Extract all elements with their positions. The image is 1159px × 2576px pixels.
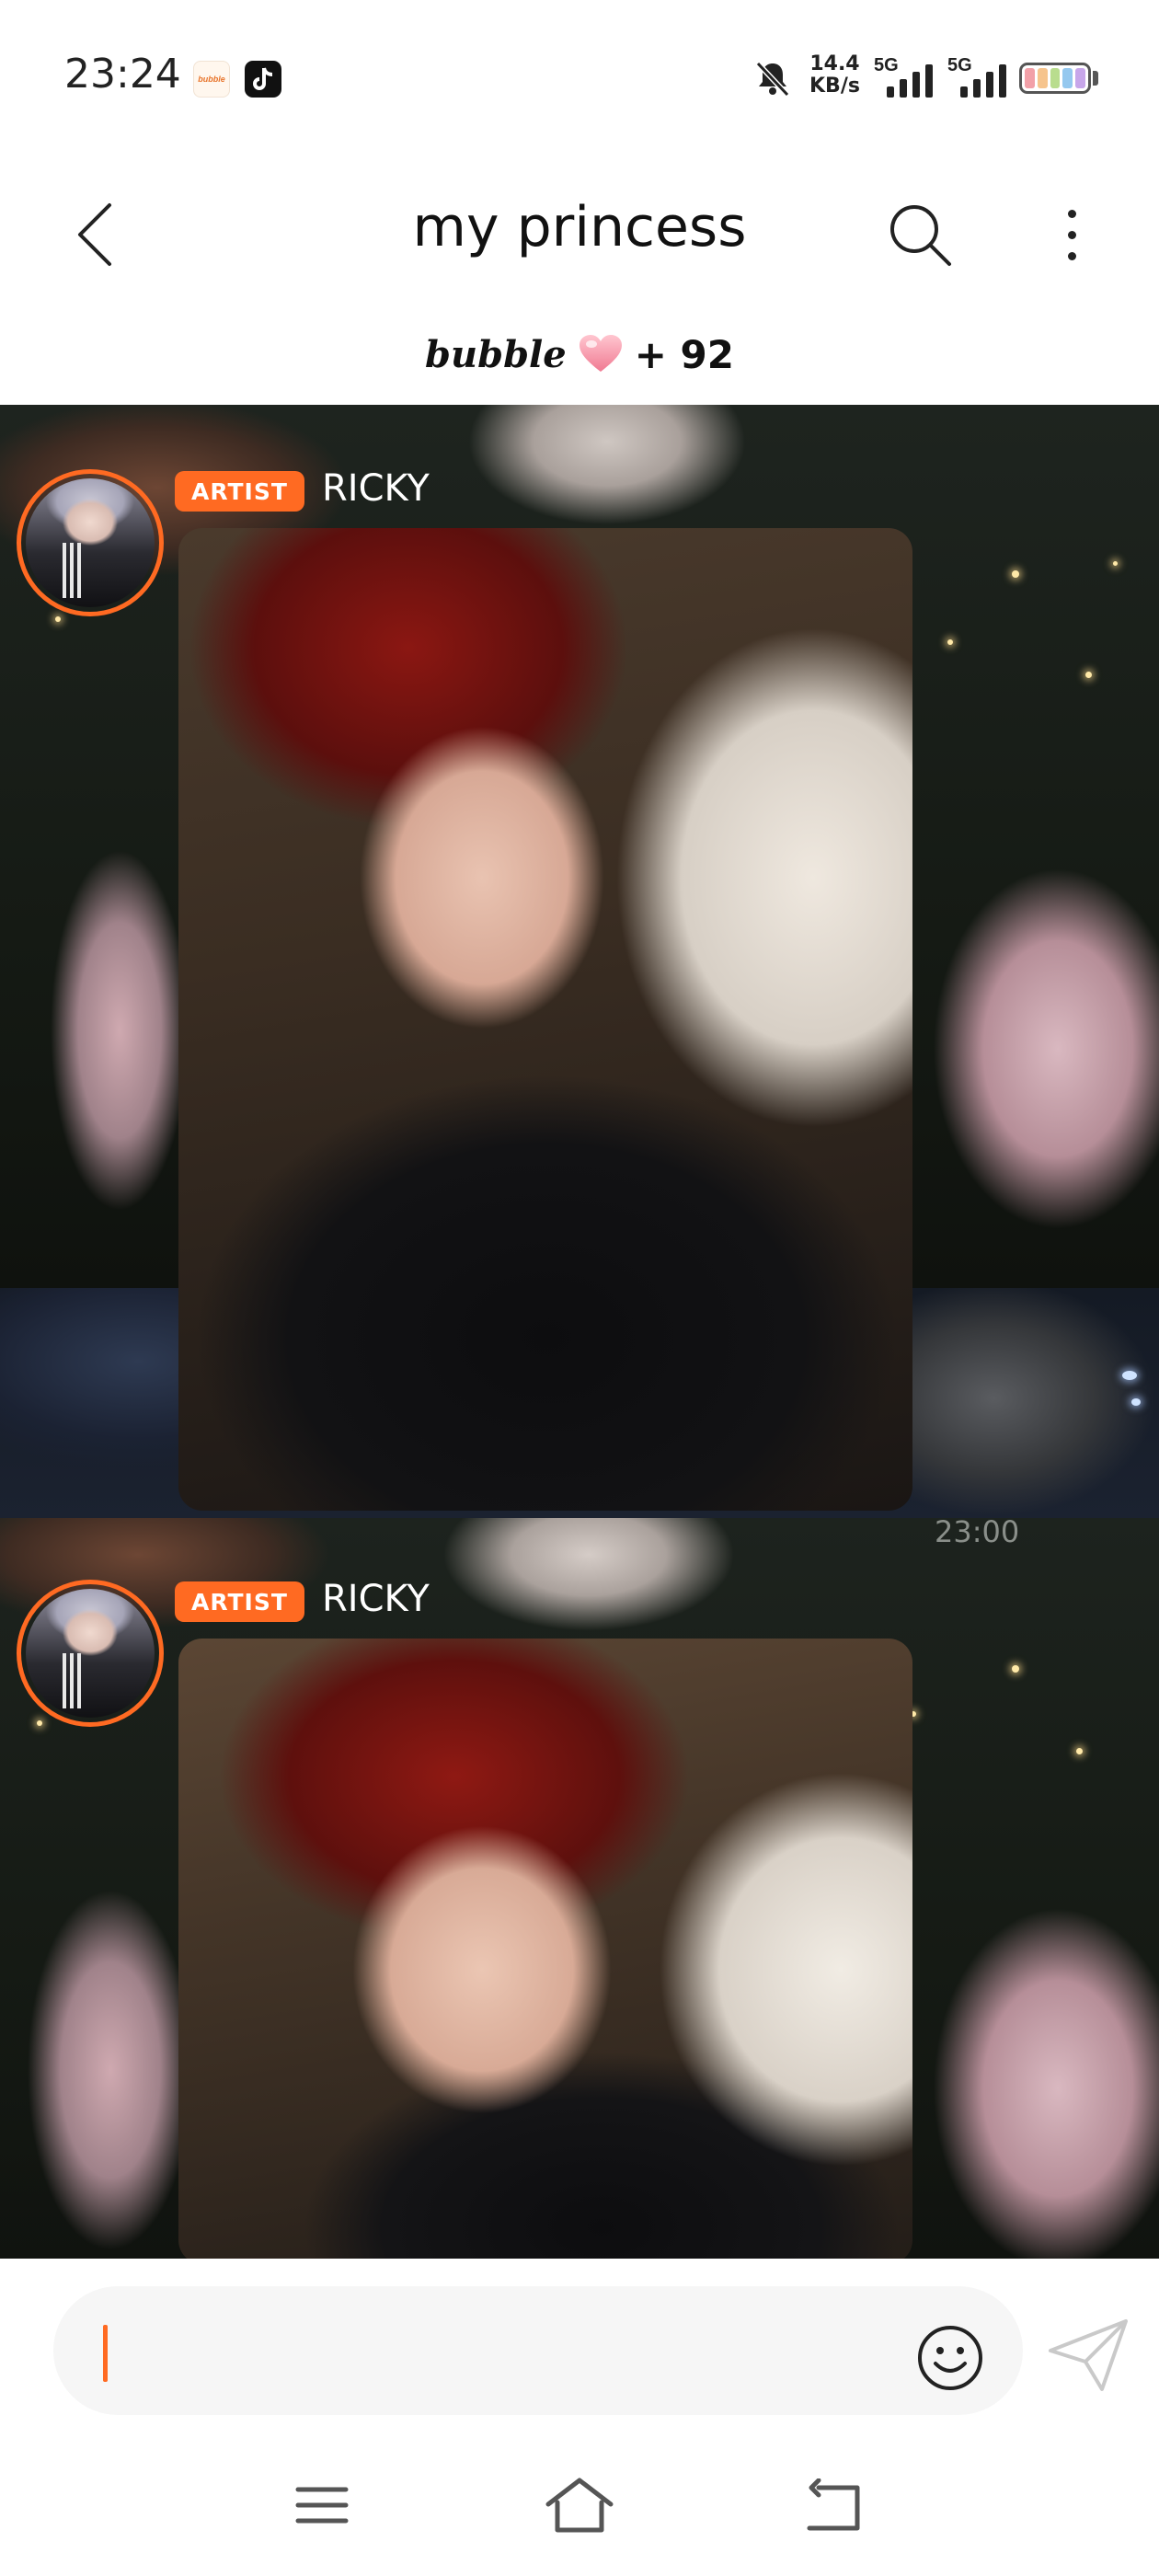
avatar[interactable] bbox=[17, 469, 164, 616]
system-nav-bar bbox=[0, 2438, 1159, 2576]
avatar-image bbox=[26, 478, 155, 607]
chat-area[interactable]: ARTIST RICKY 23:00 ARTIST RICKY bbox=[0, 405, 1159, 2259]
signal-label: 5G bbox=[874, 55, 899, 75]
artist-badge: ARTIST bbox=[175, 1581, 304, 1622]
network-speed-unit: KB/s bbox=[809, 75, 860, 98]
battery-icon bbox=[1019, 63, 1091, 94]
search-button[interactable] bbox=[878, 193, 961, 276]
bubble-app-icon: bubble bbox=[193, 61, 230, 98]
avatar[interactable] bbox=[17, 1580, 164, 1727]
photo-message[interactable] bbox=[178, 1639, 912, 2259]
bubble-logo: bubble bbox=[425, 332, 567, 376]
composer bbox=[0, 2259, 1159, 2438]
home-icon[interactable] bbox=[543, 2475, 616, 2536]
signal-icon: 5G bbox=[874, 55, 938, 99]
battery-tip bbox=[1093, 71, 1098, 86]
status-bar: 23:24 bubble 14.4 KB/s 5G 5G bbox=[0, 0, 1159, 156]
network-speed-value: 14.4 bbox=[809, 52, 860, 75]
photo-message[interactable] bbox=[178, 528, 912, 1511]
message-time: 23:00 bbox=[935, 1514, 1020, 1549]
send-icon[interactable] bbox=[1047, 2316, 1130, 2395]
bubble-count: + 92 bbox=[634, 331, 734, 377]
artist-badge: ARTIST bbox=[175, 471, 304, 512]
avatar-image bbox=[26, 1589, 155, 1718]
bubble-count-bar[interactable]: bubble + 92 bbox=[0, 327, 1159, 382]
page-title: my princess bbox=[412, 195, 747, 259]
menu-icon[interactable] bbox=[294, 2482, 350, 2528]
sender-name[interactable]: RICKY bbox=[322, 467, 430, 510]
network-speed: 14.4 KB/s bbox=[809, 53, 860, 98]
emoji-icon[interactable] bbox=[915, 2323, 985, 2393]
chat-header: my princess bubble + 92 bbox=[0, 156, 1159, 405]
more-vert-icon[interactable] bbox=[1049, 193, 1095, 276]
signal-label: 5G bbox=[947, 55, 972, 75]
sender-name[interactable]: RICKY bbox=[322, 1578, 430, 1620]
back-icon[interactable] bbox=[804, 2478, 863, 2534]
tiktok-app-icon bbox=[245, 61, 281, 98]
search-icon bbox=[890, 205, 951, 266]
tiktok-logo-icon bbox=[253, 67, 273, 90]
mute-bell-icon bbox=[755, 61, 790, 98]
status-time: 23:24 bbox=[64, 51, 181, 98]
text-caret bbox=[103, 2325, 108, 2382]
signal-icon: 5G bbox=[947, 55, 1012, 99]
message-input[interactable] bbox=[53, 2286, 1023, 2415]
heart-icon bbox=[579, 335, 622, 372]
